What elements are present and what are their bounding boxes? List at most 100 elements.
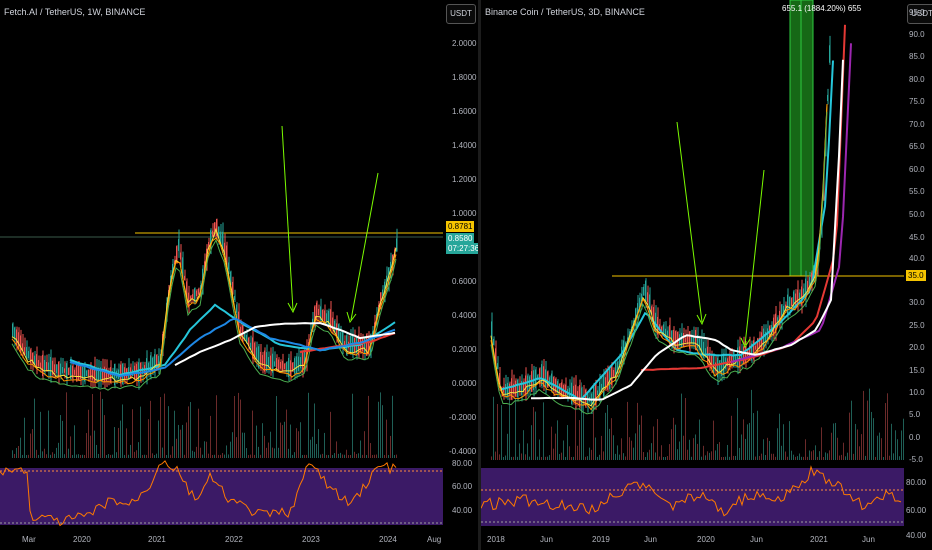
right-ma-orange [490,103,828,411]
left-volume-bar [122,404,123,458]
left-volume-bar [114,427,115,458]
left-volume-bar [102,398,103,458]
left-volume-bar [18,445,19,458]
left-volume-bar [256,425,257,458]
right-volume-bar [577,445,578,460]
right-volume-bar [631,440,632,460]
left-volume-bar [30,433,31,458]
right-volume-bar [561,452,562,460]
left-price-tick: 1.4000 [452,141,477,150]
right-volume-bar [833,423,834,460]
right-volume-bar [857,429,858,460]
right-volume-bar [761,453,762,460]
right-volume-bar [673,417,674,460]
right-volume-bar [547,456,548,460]
right-volume-bar [775,456,776,460]
left-volume-bar [358,453,359,458]
right-volume-bar [877,435,878,460]
right-volume-bar [657,419,658,460]
right-volume-bar [737,398,738,460]
left-candles [12,218,398,390]
left-volume-bar [306,454,307,458]
right-volume-bar [845,456,846,460]
left-volume-bar [362,454,363,458]
left-volume-bar [58,442,59,458]
left-volume-bar [116,452,117,458]
left-time-tick: Mar [22,535,36,544]
left-volume-bar [238,392,239,458]
left-chart-canvas[interactable] [0,0,478,550]
right-volume-bar [679,441,680,460]
right-volume-bar [503,456,504,460]
left-volume-bar [128,454,129,458]
right-volume-bar [843,442,844,460]
right-volume-bar [827,453,828,460]
left-volume-bar [110,454,111,458]
right-volume-bar [665,456,666,460]
left-volume-bar [200,447,201,458]
right-volume-bar [543,402,544,460]
left-volume-bar [288,448,289,458]
right-price-tick: 15.0 [909,366,925,375]
left-currency-button[interactable]: USDT [446,4,476,24]
right-volume-bar [523,430,524,460]
left-volume-bar [240,399,241,458]
left-volume-bar [194,451,195,458]
left-volume-bar [388,454,389,458]
right-chart-pane[interactable]: Binance Coin / TetherUS, 3D, BINANCE USD… [481,0,932,550]
left-volume-bar [132,409,133,458]
right-price-tick: 5.0 [909,410,921,419]
left-volume-bar [218,454,219,458]
left-volume-bar [384,454,385,458]
right-time-tick: 2021 [810,535,828,544]
right-volume-bar [713,420,714,460]
left-volume-bar [56,447,57,458]
right-volume-bar [813,450,814,460]
right-volume-bar [731,415,732,460]
right-time-tick: Jun [540,535,553,544]
right-volume-bar [701,456,702,460]
right-volume-bar [637,402,638,460]
right-volume-bar [517,456,518,460]
right-volume-bar [847,452,848,460]
left-price-tick: 1.0000 [452,209,477,218]
right-volume-bar [689,439,690,460]
right-volume-bar [787,456,788,460]
right-arrow-up [744,169,765,346]
left-volume-bar [172,446,173,458]
right-volume-bar [519,443,520,460]
right-volume-bar [715,450,716,460]
left-volume-bar [326,454,327,458]
right-volume-bar [671,429,672,460]
right-volume-bar [851,400,852,460]
left-volume-bar [144,454,145,458]
left-volume-bar [296,428,297,458]
right-volume-bar [597,456,598,460]
right-price-tick: 10.0 [909,388,925,397]
left-volume-bar [378,401,379,458]
right-chart-canvas[interactable] [481,0,932,550]
right-volume-bar [751,389,752,460]
left-volume-bar [250,454,251,458]
left-volume-bar [12,450,13,458]
left-volume-bar [20,437,21,458]
right-volume-bar [539,439,540,460]
left-volume-bar [342,454,343,458]
left-volume-bar [156,453,157,458]
right-volume-bar [595,437,596,460]
right-volume-bar [501,405,502,460]
right-volume-bar [645,457,646,460]
right-volume-bar [723,456,724,460]
left-volume-bar [24,417,25,458]
right-volume-bar [719,442,720,460]
right-volume-bar [567,425,568,460]
right-volume-bar [809,450,810,460]
right-price-tick: 60.0 [909,165,925,174]
left-chart-pane[interactable]: Fetch.AI / TetherUS, 1W, BINANCE USDT 2.… [0,0,478,550]
left-volume-bar [300,422,301,458]
left-arrow-down [281,125,294,311]
right-volume-bar [497,404,498,460]
left-volume-bar [260,454,261,458]
right-volume-bar [823,457,824,460]
right-time-tick: Jun [862,535,875,544]
